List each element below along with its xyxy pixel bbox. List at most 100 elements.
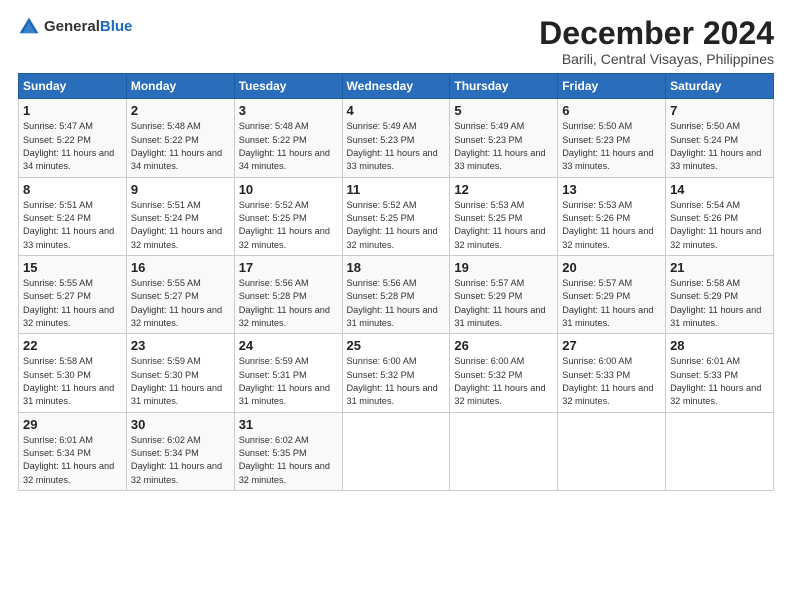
day-number: 6 bbox=[562, 103, 661, 118]
calendar-cell: 30 Sunrise: 6:02 AMSunset: 5:34 PMDayligh… bbox=[126, 412, 234, 490]
location-title: Barili, Central Visayas, Philippines bbox=[539, 51, 774, 67]
day-number: 7 bbox=[670, 103, 769, 118]
weekday-header-cell: Tuesday bbox=[234, 74, 342, 99]
calendar-cell: 26 Sunrise: 6:00 AMSunset: 5:32 PMDayligh… bbox=[450, 334, 558, 412]
day-number: 10 bbox=[239, 182, 338, 197]
calendar-cell: 6 Sunrise: 5:50 AMSunset: 5:23 PMDaylight… bbox=[558, 99, 666, 177]
calendar-cell: 31 Sunrise: 6:02 AMSunset: 5:35 PMDayligh… bbox=[234, 412, 342, 490]
cell-text: Sunrise: 5:57 AMSunset: 5:29 PMDaylight:… bbox=[454, 278, 545, 328]
weekday-header-cell: Monday bbox=[126, 74, 234, 99]
day-number: 4 bbox=[347, 103, 446, 118]
calendar-week-row: 8 Sunrise: 5:51 AMSunset: 5:24 PMDaylight… bbox=[19, 177, 774, 255]
cell-text: Sunrise: 6:01 AMSunset: 5:33 PMDaylight:… bbox=[670, 356, 761, 406]
day-number: 15 bbox=[23, 260, 122, 275]
cell-text: Sunrise: 5:56 AMSunset: 5:28 PMDaylight:… bbox=[239, 278, 330, 328]
cell-text: Sunrise: 5:58 AMSunset: 5:29 PMDaylight:… bbox=[670, 278, 761, 328]
calendar-cell: 23 Sunrise: 5:59 AMSunset: 5:30 PMDayligh… bbox=[126, 334, 234, 412]
calendar-cell: 11Sunrise: 5:52 AMSunset: 5:25 PMDayligh… bbox=[342, 177, 450, 255]
calendar-cell: 13 Sunrise: 5:53 AMSunset: 5:26 PMDayligh… bbox=[558, 177, 666, 255]
cell-text: Sunrise: 5:55 AMSunset: 5:27 PMDaylight:… bbox=[131, 278, 222, 328]
weekday-header-cell: Wednesday bbox=[342, 74, 450, 99]
weekday-header-cell: Friday bbox=[558, 74, 666, 99]
calendar-cell: 7Sunrise: 5:50 AMSunset: 5:24 PMDaylight… bbox=[666, 99, 774, 177]
logo: GeneralBlue bbox=[18, 16, 132, 38]
weekday-header-row: SundayMondayTuesdayWednesdayThursdayFrid… bbox=[19, 74, 774, 99]
day-number: 14 bbox=[670, 182, 769, 197]
cell-text: Sunrise: 6:02 AMSunset: 5:35 PMDaylight:… bbox=[239, 435, 330, 485]
calendar-cell: 4 Sunrise: 5:49 AMSunset: 5:23 PMDaylight… bbox=[342, 99, 450, 177]
day-number: 26 bbox=[454, 338, 553, 353]
cell-text: Sunrise: 5:55 AMSunset: 5:27 PMDaylight:… bbox=[23, 278, 114, 328]
calendar-cell: 19 Sunrise: 5:57 AMSunset: 5:29 PMDayligh… bbox=[450, 255, 558, 333]
calendar-week-row: 29 Sunrise: 6:01 AMSunset: 5:34 PMDayligh… bbox=[19, 412, 774, 490]
calendar-cell: 22 Sunrise: 5:58 AMSunset: 5:30 PMDayligh… bbox=[19, 334, 127, 412]
day-number: 13 bbox=[562, 182, 661, 197]
cell-text: Sunrise: 5:48 AMSunset: 5:22 PMDaylight:… bbox=[239, 121, 330, 171]
day-number: 25 bbox=[347, 338, 446, 353]
calendar-cell: 29 Sunrise: 6:01 AMSunset: 5:34 PMDayligh… bbox=[19, 412, 127, 490]
calendar-week-row: 15 Sunrise: 5:55 AMSunset: 5:27 PMDayligh… bbox=[19, 255, 774, 333]
header: GeneralBlue December 2024 Barili, Centra… bbox=[18, 16, 774, 67]
day-number: 9 bbox=[131, 182, 230, 197]
day-number: 2 bbox=[131, 103, 230, 118]
day-number: 16 bbox=[131, 260, 230, 275]
cell-text: Sunrise: 5:54 AMSunset: 5:26 PMDaylight:… bbox=[670, 200, 761, 250]
calendar-week-row: 1 Sunrise: 5:47 AMSunset: 5:22 PMDaylight… bbox=[19, 99, 774, 177]
cell-text: Sunrise: 5:59 AMSunset: 5:31 PMDaylight:… bbox=[239, 356, 330, 406]
calendar-cell bbox=[666, 412, 774, 490]
calendar-cell: 14 Sunrise: 5:54 AMSunset: 5:26 PMDayligh… bbox=[666, 177, 774, 255]
cell-text: Sunrise: 5:52 AMSunset: 5:25 PMDaylight:… bbox=[239, 200, 330, 250]
cell-text: Sunrise: 5:53 AMSunset: 5:25 PMDaylight:… bbox=[454, 200, 545, 250]
cell-text: Sunrise: 5:49 AMSunset: 5:23 PMDaylight:… bbox=[347, 121, 438, 171]
day-number: 17 bbox=[239, 260, 338, 275]
cell-text: Sunrise: 5:58 AMSunset: 5:30 PMDaylight:… bbox=[23, 356, 114, 406]
calendar-cell: 5Sunrise: 5:49 AMSunset: 5:23 PMDaylight… bbox=[450, 99, 558, 177]
day-number: 28 bbox=[670, 338, 769, 353]
logo-text-general: General bbox=[44, 18, 100, 35]
cell-text: Sunrise: 6:00 AMSunset: 5:33 PMDaylight:… bbox=[562, 356, 653, 406]
cell-text: Sunrise: 6:01 AMSunset: 5:34 PMDaylight:… bbox=[23, 435, 114, 485]
day-number: 31 bbox=[239, 417, 338, 432]
calendar-cell: 10 Sunrise: 5:52 AMSunset: 5:25 PMDayligh… bbox=[234, 177, 342, 255]
calendar-cell bbox=[450, 412, 558, 490]
cell-text: Sunrise: 6:00 AMSunset: 5:32 PMDaylight:… bbox=[347, 356, 438, 406]
calendar-cell: 21Sunrise: 5:58 AMSunset: 5:29 PMDayligh… bbox=[666, 255, 774, 333]
cell-text: Sunrise: 5:51 AMSunset: 5:24 PMDaylight:… bbox=[131, 200, 222, 250]
day-number: 3 bbox=[239, 103, 338, 118]
logo-icon bbox=[18, 16, 40, 38]
day-number: 22 bbox=[23, 338, 122, 353]
calendar-cell: 24Sunrise: 5:59 AMSunset: 5:31 PMDayligh… bbox=[234, 334, 342, 412]
cell-text: Sunrise: 5:53 AMSunset: 5:26 PMDaylight:… bbox=[562, 200, 653, 250]
day-number: 19 bbox=[454, 260, 553, 275]
calendar-cell: 2 Sunrise: 5:48 AMSunset: 5:22 PMDaylight… bbox=[126, 99, 234, 177]
day-number: 29 bbox=[23, 417, 122, 432]
calendar-cell: 15 Sunrise: 5:55 AMSunset: 5:27 PMDayligh… bbox=[19, 255, 127, 333]
day-number: 1 bbox=[23, 103, 122, 118]
calendar-cell: 28 Sunrise: 6:01 AMSunset: 5:33 PMDayligh… bbox=[666, 334, 774, 412]
calendar-cell: 25 Sunrise: 6:00 AMSunset: 5:32 PMDayligh… bbox=[342, 334, 450, 412]
day-number: 20 bbox=[562, 260, 661, 275]
day-number: 30 bbox=[131, 417, 230, 432]
day-number: 5 bbox=[454, 103, 553, 118]
day-number: 11 bbox=[347, 182, 446, 197]
calendar-cell: 17 Sunrise: 5:56 AMSunset: 5:28 PMDayligh… bbox=[234, 255, 342, 333]
calendar-cell: 20Sunrise: 5:57 AMSunset: 5:29 PMDayligh… bbox=[558, 255, 666, 333]
calendar-cell bbox=[558, 412, 666, 490]
day-number: 23 bbox=[131, 338, 230, 353]
calendar-cell: 27Sunrise: 6:00 AMSunset: 5:33 PMDayligh… bbox=[558, 334, 666, 412]
calendar-week-row: 22 Sunrise: 5:58 AMSunset: 5:30 PMDayligh… bbox=[19, 334, 774, 412]
cell-text: Sunrise: 6:02 AMSunset: 5:34 PMDaylight:… bbox=[131, 435, 222, 485]
calendar-cell: 16 Sunrise: 5:55 AMSunset: 5:27 PMDayligh… bbox=[126, 255, 234, 333]
weekday-header-cell: Saturday bbox=[666, 74, 774, 99]
cell-text: Sunrise: 5:50 AMSunset: 5:23 PMDaylight:… bbox=[562, 121, 653, 171]
calendar-page: GeneralBlue December 2024 Barili, Centra… bbox=[0, 0, 792, 501]
calendar-cell: 8Sunrise: 5:51 AMSunset: 5:24 PMDaylight… bbox=[19, 177, 127, 255]
calendar-cell: 12Sunrise: 5:53 AMSunset: 5:25 PMDayligh… bbox=[450, 177, 558, 255]
cell-text: Sunrise: 5:47 AMSunset: 5:22 PMDaylight:… bbox=[23, 121, 114, 171]
cell-text: Sunrise: 5:59 AMSunset: 5:30 PMDaylight:… bbox=[131, 356, 222, 406]
day-number: 8 bbox=[23, 182, 122, 197]
title-block: December 2024 Barili, Central Visayas, P… bbox=[539, 16, 774, 67]
cell-text: Sunrise: 6:00 AMSunset: 5:32 PMDaylight:… bbox=[454, 356, 545, 406]
weekday-header-cell: Sunday bbox=[19, 74, 127, 99]
cell-text: Sunrise: 5:48 AMSunset: 5:22 PMDaylight:… bbox=[131, 121, 222, 171]
